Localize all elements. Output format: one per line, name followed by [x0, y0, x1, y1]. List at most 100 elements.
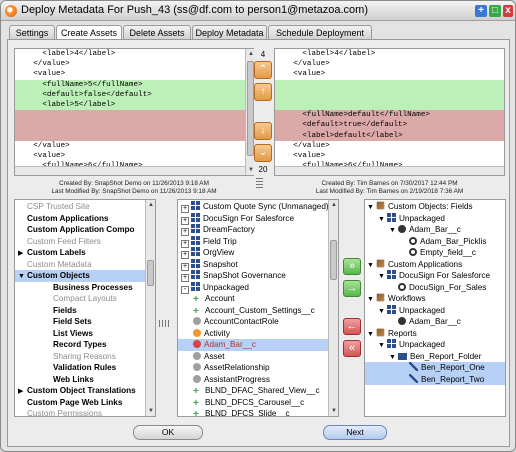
add-selected-button[interactable]: → — [343, 280, 361, 297]
tree-item[interactable]: Ben_Report_One — [365, 362, 505, 374]
tab-delete-assets[interactable]: Delete Assets — [123, 25, 191, 40]
tree-item-label: Empty_field__c — [420, 248, 476, 257]
diff-line — [275, 89, 504, 100]
tree-item[interactable]: ▼ Unpackaged — [365, 339, 505, 351]
scroll-up-icon[interactable]: ▲ — [147, 201, 155, 209]
remove-selected-button[interactable]: ← — [343, 318, 361, 335]
next-button[interactable]: Next — [323, 425, 387, 440]
list-item[interactable]: ▶ Custom Object Translations — [15, 385, 155, 397]
close-icon[interactable]: x — [503, 5, 513, 17]
source-diff-scrollbar[interactable]: ▲ ▼ — [245, 49, 254, 175]
scroll-up-icon[interactable]: ▲ — [330, 201, 338, 209]
tree-item[interactable]: Adam_Bar_Picklis — [365, 236, 505, 248]
list-item-label: Custom Applications — [27, 213, 109, 223]
title-bar[interactable]: Deploy Metadata For Push_43 (ss@df.com t… — [1, 1, 515, 21]
tree-item[interactable]: Ben_Report_Two — [365, 373, 505, 385]
scroll-thumb[interactable] — [147, 260, 154, 286]
vertical-splitter[interactable] — [256, 178, 263, 190]
list-item[interactable]: Custom Feed Filters — [15, 236, 155, 248]
first-change-button[interactable]: ⌃ — [254, 61, 272, 79]
next-change-button[interactable]: ↓ — [254, 122, 272, 140]
list-item[interactable]: + Snapshot — [178, 258, 338, 271]
list-item[interactable]: Custom Application Compo — [15, 224, 155, 236]
list-item[interactable]: + Custom Quote Sync (Unmanaged) — [178, 201, 338, 213]
list-item[interactable]: + Account — [178, 293, 338, 305]
list-item-label: List Views — [53, 328, 93, 338]
tree-item[interactable]: ▼ Unpackaged — [365, 212, 505, 225]
list-item[interactable]: Custom Applications — [15, 213, 155, 225]
list-item[interactable]: + DreamFactory — [178, 224, 338, 236]
scroll-thumb[interactable] — [330, 240, 337, 280]
list-item[interactable]: Validation Rules — [15, 362, 155, 374]
list-item[interactable]: Activity — [178, 328, 338, 340]
remove-all-button[interactable]: « — [343, 340, 361, 357]
list-item[interactable]: Custom Metadata — [15, 259, 155, 271]
scroll-down-icon[interactable]: ▼ — [330, 407, 338, 415]
component-list[interactable]: + Custom Quote Sync (Unmanaged) + DocuSign … — [177, 199, 339, 417]
list-item[interactable]: + Account_Custom_Settings__c — [178, 305, 338, 317]
list-item[interactable]: Business Processes — [15, 282, 155, 294]
package-icon — [191, 247, 200, 256]
list-item[interactable]: + Field Trip — [178, 235, 338, 248]
tree-item[interactable]: ▼ Ben_Report_Folder — [365, 351, 505, 363]
tree-item[interactable]: ▼ Reports — [365, 328, 505, 340]
tree-item[interactable]: Adam_Bar__c — [365, 316, 505, 328]
object-icon — [398, 225, 406, 233]
list-item[interactable]: + SnapShot Governance — [178, 270, 338, 282]
type-list-scrollbar[interactable]: ▲ ▼ — [145, 200, 155, 416]
deployment-asset-tree[interactable]: ▼ Custom Objects: Fields ▼ Unpackaged ▼ Adam_… — [364, 199, 506, 417]
window-title: Deploy Metadata For Push_43 (ss@df.com t… — [21, 4, 368, 16]
list-item[interactable]: Field Sets — [15, 316, 155, 328]
tree-item[interactable]: ▼ Custom Objects: Fields — [365, 201, 505, 213]
list-item[interactable]: ▼ Custom Objects — [15, 270, 155, 282]
list-item[interactable]: Compact Layouts — [15, 293, 155, 305]
metadata-type-list[interactable]: CSP Trusted Site Custom Applications Custo… — [14, 199, 156, 417]
tree-item[interactable]: DocuSign_For_Sales — [365, 282, 505, 294]
list-item[interactable]: + BLND_DFCS_Carousel__c — [178, 397, 338, 409]
scroll-thumb[interactable] — [247, 61, 254, 156]
list-item[interactable]: + BLND_DFAC_Shared_View__c — [178, 385, 338, 397]
add-all-button[interactable]: » — [343, 258, 361, 275]
list-item[interactable]: List Views — [15, 328, 155, 340]
component-list-scrollbar[interactable]: ▲ ▼ — [328, 200, 338, 416]
target-diff-view[interactable]: <label>4</label> </value> <value> <fullN… — [274, 48, 505, 176]
tree-item[interactable]: ▼ Custom Applications — [365, 259, 505, 271]
restore-icon[interactable]: □ — [489, 5, 501, 17]
list-item[interactable]: Record Types — [15, 339, 155, 351]
tree-item[interactable]: ▼ Adam_Bar__c — [365, 224, 505, 236]
tree-item[interactable]: ▼ Unpackaged — [365, 304, 505, 317]
left-splitter[interactable] — [159, 320, 171, 327]
prev-change-button[interactable]: ↑ — [254, 83, 272, 101]
list-item-label: Field Trip — [203, 236, 237, 246]
scroll-down-icon[interactable]: ▼ — [147, 407, 155, 415]
target-diff-hscrollbar[interactable] — [275, 166, 504, 175]
list-item[interactable]: AccountContactRole — [178, 316, 338, 328]
list-item[interactable]: Sharing Reasons — [15, 351, 155, 363]
last-change-button[interactable]: ⌄ — [254, 144, 272, 162]
list-item[interactable]: Fields — [15, 305, 155, 317]
tree-item-label: Unpackaged — [399, 305, 445, 315]
tree-item[interactable]: ▼ DocuSign For Salesforce — [365, 270, 505, 282]
list-item[interactable]: ▶ Custom Labels — [15, 247, 155, 259]
list-item[interactable]: Custom Permissions — [15, 408, 155, 416]
list-item[interactable]: + BLND_DFCS_Slide__c — [178, 408, 338, 416]
list-item[interactable]: AssistantProgress — [178, 374, 338, 386]
tree-item[interactable]: ▼ Workflows — [365, 293, 505, 305]
source-diff-view[interactable]: <label>4</label> </value> <value> <fullN… — [14, 48, 254, 176]
list-item[interactable]: Custom Page Web Links — [15, 397, 155, 409]
list-item[interactable]: CSP Trusted Site — [15, 201, 155, 213]
tab-deploy-metadata[interactable]: Deploy Metadata — [192, 25, 267, 40]
tree-item[interactable]: Empty_field__c — [365, 247, 505, 259]
list-item[interactable]: + DocuSign For Salesforce — [178, 212, 338, 225]
list-item[interactable]: Adam_Bar__c — [178, 339, 338, 351]
list-item[interactable]: Asset — [178, 351, 338, 363]
tab-schedule-deployment[interactable]: Schedule Deployment — [268, 25, 372, 40]
maximize-icon[interactable]: + — [475, 5, 487, 17]
list-item[interactable]: Web Links — [15, 374, 155, 386]
list-item[interactable]: - Unpackaged — [178, 281, 338, 294]
tab-settings[interactable]: Settings — [9, 25, 55, 40]
source-diff-hscrollbar[interactable] — [15, 166, 245, 175]
ok-button[interactable]: OK — [133, 425, 203, 440]
list-item[interactable]: AssetRelationship — [178, 362, 338, 374]
list-item[interactable]: + OrgView — [178, 247, 338, 259]
